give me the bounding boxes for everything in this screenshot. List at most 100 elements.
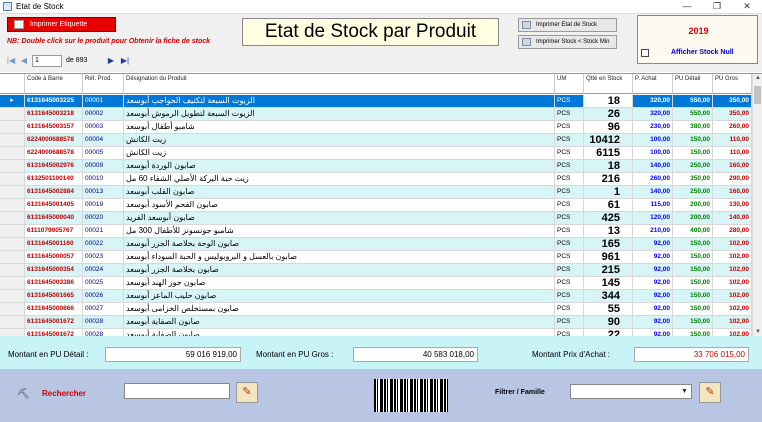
row-indicator[interactable] xyxy=(0,199,25,212)
cell-ref[interactable]: 00001 xyxy=(83,95,124,108)
cell-detail[interactable]: 150,00 xyxy=(673,316,713,329)
table-row[interactable]: 6224000688578 00005 زيت الكانش PCS 6115 100,0… xyxy=(0,147,752,160)
cell-achat[interactable]: 92,00 xyxy=(633,329,673,336)
cell-um[interactable]: PCS xyxy=(555,329,584,336)
cell-achat[interactable]: 140,00 xyxy=(633,160,673,173)
cell-code[interactable]: 6131645003218 xyxy=(25,108,83,121)
cell-code[interactable]: 6131645001672 xyxy=(25,316,83,329)
cell-qty[interactable]: 145 xyxy=(584,277,633,290)
cell-code[interactable]: 6131645002884 xyxy=(25,186,83,199)
cell-um[interactable]: PCS xyxy=(555,173,584,186)
show-null-stock-checkbox[interactable] xyxy=(641,49,649,57)
cell-ref[interactable]: 00003 xyxy=(83,121,124,134)
cell-qty[interactable]: 55 xyxy=(584,303,633,316)
cell-um[interactable]: PCS xyxy=(555,251,584,264)
cell-achat[interactable]: 100,00 xyxy=(633,134,673,147)
cell-qty[interactable]: 22 xyxy=(584,329,633,336)
cell-designation[interactable]: الزيوت السبعة لتكثيف الحواجب أبوسعد xyxy=(124,95,555,108)
cell-qty[interactable]: 90 xyxy=(584,316,633,329)
cell-code[interactable]: 6131645001160 xyxy=(25,238,83,251)
cell-code[interactable]: 6224000688578 xyxy=(25,147,83,160)
cell-code[interactable]: 6132501100140 xyxy=(25,173,83,186)
cell-designation[interactable]: صابون الصفاية أبوسعد xyxy=(124,329,555,336)
column-header-gros[interactable]: PU Gros xyxy=(713,74,752,94)
search-broom-icon[interactable]: ✎ xyxy=(236,382,258,403)
cell-gros[interactable]: 102,00 xyxy=(713,290,752,303)
row-indicator[interactable] xyxy=(0,186,25,199)
table-row[interactable]: 6131645003386 00025 صابون جوز الهند أبوسعد… xyxy=(0,277,752,290)
row-indicator[interactable] xyxy=(0,173,25,186)
cell-detail[interactable]: 150,00 xyxy=(673,251,713,264)
cell-gros[interactable]: 350,00 xyxy=(713,108,752,121)
first-record-icon[interactable]: |◀ xyxy=(6,56,16,66)
cell-achat[interactable]: 92,00 xyxy=(633,238,673,251)
cell-ref[interactable]: 00024 xyxy=(83,264,124,277)
cell-qty[interactable]: 216 xyxy=(584,173,633,186)
cell-qty[interactable]: 344 xyxy=(584,290,633,303)
table-row[interactable]: 6131645002976 00009 صابون الوردة أبوسعد PCS… xyxy=(0,160,752,173)
cell-code[interactable]: 6111079005767 xyxy=(25,225,83,238)
cell-code[interactable]: 6131645001665 xyxy=(25,290,83,303)
cell-gros[interactable]: 290,00 xyxy=(713,173,752,186)
row-indicator[interactable] xyxy=(0,316,25,329)
cell-detail[interactable]: 200,00 xyxy=(673,199,713,212)
cell-achat[interactable]: 210,00 xyxy=(633,225,673,238)
minimize-icon[interactable]: — xyxy=(672,0,702,14)
cell-code[interactable]: 6131645001405 xyxy=(25,199,83,212)
row-indicator[interactable] xyxy=(0,303,25,316)
row-indicator[interactable] xyxy=(0,290,25,303)
cell-designation[interactable]: صابون بالعسل و البروبوليس و الحبة السودا… xyxy=(124,251,555,264)
cell-ref[interactable]: 00010 xyxy=(83,173,124,186)
table-row[interactable]: 6224000688578 00004 زيت الكانش PCS 10412 100,… xyxy=(0,134,752,147)
cell-um[interactable]: PCS xyxy=(555,95,584,108)
cell-achat[interactable]: 140,00 xyxy=(633,186,673,199)
column-header-qty[interactable]: Qtté en Stock xyxy=(584,74,633,94)
cell-designation[interactable]: شامبو جونسونز للأطفال 300 مل xyxy=(124,225,555,238)
cell-detail[interactable]: 150,00 xyxy=(673,277,713,290)
cell-ref[interactable]: 00021 xyxy=(83,225,124,238)
row-indicator[interactable] xyxy=(0,225,25,238)
row-indicator[interactable] xyxy=(0,147,25,160)
cell-code[interactable]: 6131645000866 xyxy=(25,303,83,316)
cell-gros[interactable]: 102,00 xyxy=(713,251,752,264)
cell-designation[interactable]: صابون بخلاصة الجزر أبوسعد xyxy=(124,264,555,277)
cell-ref[interactable]: 00013 xyxy=(83,186,124,199)
cell-um[interactable]: PCS xyxy=(555,238,584,251)
cell-um[interactable]: PCS xyxy=(555,316,584,329)
cell-code[interactable]: 6131645000040 xyxy=(25,212,83,225)
print-stock-state-button[interactable]: Imprimer Etat de Stock xyxy=(518,18,617,32)
column-header-ref[interactable]: Réf. Prod. xyxy=(83,74,124,94)
cell-gros[interactable]: 160,00 xyxy=(713,160,752,173)
cell-um[interactable]: PCS xyxy=(555,134,584,147)
cell-designation[interactable]: صابون الوحة بخلاصة الجزر أبوسعد xyxy=(124,238,555,251)
cell-um[interactable]: PCS xyxy=(555,108,584,121)
cell-detail[interactable]: 250,00 xyxy=(673,186,713,199)
cell-detail[interactable]: 550,00 xyxy=(673,108,713,121)
cell-qty[interactable]: 13 xyxy=(584,225,633,238)
table-row[interactable]: 6131645002884 00013 صابون القلب أبوسعد PCS 1… xyxy=(0,186,752,199)
record-position-input[interactable]: 1 xyxy=(32,55,62,67)
cell-detail[interactable]: 150,00 xyxy=(673,147,713,160)
cell-ref[interactable]: 00022 xyxy=(83,238,124,251)
cell-code[interactable]: 6131645000354 xyxy=(25,264,83,277)
cell-detail[interactable]: 400,00 xyxy=(673,225,713,238)
cell-ref[interactable]: 00023 xyxy=(83,251,124,264)
cell-gros[interactable]: 260,00 xyxy=(713,121,752,134)
cell-achat[interactable]: 92,00 xyxy=(633,303,673,316)
cell-qty[interactable]: 425 xyxy=(584,212,633,225)
cell-ref[interactable]: 00002 xyxy=(83,108,124,121)
cell-detail[interactable]: 250,00 xyxy=(673,160,713,173)
next-record-icon[interactable]: ▶ xyxy=(106,56,116,66)
cell-detail[interactable]: 150,00 xyxy=(673,290,713,303)
cell-qty[interactable]: 61 xyxy=(584,199,633,212)
print-stock-min-button[interactable]: Imprimer Stock < Stock Min xyxy=(518,35,617,49)
cell-gros[interactable]: 102,00 xyxy=(713,238,752,251)
column-header-code[interactable]: Code à Barre xyxy=(25,74,83,94)
cell-designation[interactable]: الزيوت السبعة لتطويل الرموش أبوسعد xyxy=(124,108,555,121)
cell-designation[interactable]: صابون الصفاية أبوسعد xyxy=(124,316,555,329)
cell-gros[interactable]: 110,00 xyxy=(713,134,752,147)
cell-um[interactable]: PCS xyxy=(555,160,584,173)
row-indicator[interactable] xyxy=(0,121,25,134)
cell-designation[interactable]: صابون حليب الماعز أبوسعد xyxy=(124,290,555,303)
cell-gros[interactable]: 130,00 xyxy=(713,199,752,212)
